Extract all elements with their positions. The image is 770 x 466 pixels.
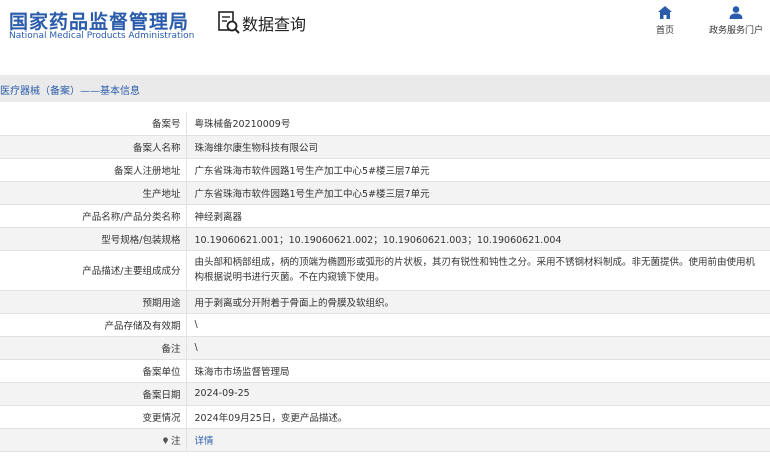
breadcrumb-bar: 医疗器械（备案）——基本信息 (0, 75, 770, 102)
row-label: 备案号 (0, 112, 187, 136)
detail-row: 备案单位 珠海市市场监督管理局 (0, 359, 770, 383)
note-label: 注 (170, 435, 181, 447)
row-value: 2024年09月25日，变更产品描述。 (186, 405, 770, 429)
detail-row: 备注 \ (0, 336, 770, 360)
detail-row: 产品名称/产品分类名称 神经剥离器 (0, 204, 770, 228)
detail-row: 注 详情 (0, 428, 770, 452)
logo-title-en: National Medical Products Administration (9, 31, 195, 41)
detail-row: 生产地址 广东省珠海市软件园路1号生产加工中心5#楼三层7单元 (0, 181, 770, 205)
row-value: \ (186, 336, 770, 360)
home-icon (658, 6, 672, 19)
site-header: 国家药品监督管理局 National Medical Products Admi… (0, 0, 770, 64)
detail-row: 预期用途 用于剥离或分开附着于骨面上的骨膜及软组织。 (0, 290, 770, 314)
row-value: 广东省珠海市软件园路1号生产加工中心5#楼三层7单元 (186, 181, 770, 205)
row-label: 备案日期 (0, 382, 187, 406)
row-value: 10.19060621.001；10.19060621.002；10.19060… (186, 227, 770, 251)
pin-icon (163, 436, 168, 444)
row-value: 广东省珠海市软件园路1号生产加工中心5#楼三层7单元 (186, 158, 770, 182)
row-value: 由头部和柄部组成，柄的顶端为椭圆形或弧形的片状板，其刃有锐性和钝性之分。采用不锈… (186, 250, 770, 291)
row-value: 珠海市市场监督管理局 (186, 359, 770, 383)
row-label: 备案人名称 (0, 135, 187, 159)
row-label: 备案单位 (0, 359, 187, 383)
row-label: 生产地址 (0, 181, 187, 205)
user-icon (729, 6, 743, 19)
nav-home[interactable]: 首页 (651, 6, 679, 36)
row-label: 产品描述/主要组成成分 (0, 250, 187, 291)
row-label: 变更情况 (0, 405, 187, 429)
detail-row: 备案号 粤珠械备20210009号 (0, 112, 770, 136)
breadcrumb: 医疗器械（备案）——基本信息 (0, 86, 140, 97)
row-label: 产品名称/产品分类名称 (0, 204, 187, 228)
row-label: 预期用途 (0, 290, 187, 314)
detail-row: 产品描述/主要组成成分 由头部和柄部组成，柄的顶端为椭圆形或弧形的片状板，其刃有… (0, 250, 770, 291)
row-value: 2024-09-25 (186, 382, 770, 406)
detail-row: 备案人名称 珠海维尔康生物科技有限公司 (0, 135, 770, 159)
nav-portal-label: 政务服务门户 (708, 26, 763, 36)
row-value: \ (186, 313, 770, 337)
nav-service-portal[interactable]: 政务服务门户 (703, 6, 769, 36)
detail-row: 备案人注册地址 广东省珠海市软件园路1号生产加工中心5#楼三层7单元 (0, 158, 770, 182)
row-value: 粤珠械备20210009号 (186, 112, 770, 136)
row-value: 用于剥离或分开附着于骨面上的骨膜及软组织。 (186, 290, 770, 314)
row-label-note: 注 (0, 428, 187, 452)
data-query-icon (218, 11, 240, 34)
detail-row: 备案日期 2024-09-25 (0, 382, 770, 406)
detail-row: 变更情况 2024年09月25日，变更产品描述。 (0, 405, 770, 429)
details-link[interactable]: 详情 (195, 436, 214, 447)
row-value: 神经剥离器 (186, 204, 770, 228)
row-label: 产品存储及有效期 (0, 313, 187, 337)
row-label: 型号规格/包装规格 (0, 227, 187, 251)
row-value: 珠海维尔康生物科技有限公司 (186, 135, 770, 159)
logo-title-cn[interactable]: 国家药品监督管理局 (9, 7, 189, 34)
row-value: 详情 (186, 428, 770, 452)
detail-row: 型号规格/包装规格 10.19060621.001；10.19060621.00… (0, 227, 770, 251)
detail-table: 备案号 粤珠械备20210009号 备案人名称 珠海维尔康生物科技有限公司 备案… (0, 112, 770, 452)
row-label: 备注 (0, 336, 187, 360)
nav-home-label: 首页 (655, 26, 674, 36)
data-query-title: 数据查询 (242, 15, 307, 34)
row-label: 备案人注册地址 (0, 158, 187, 182)
detail-row: 产品存储及有效期 \ (0, 313, 770, 337)
